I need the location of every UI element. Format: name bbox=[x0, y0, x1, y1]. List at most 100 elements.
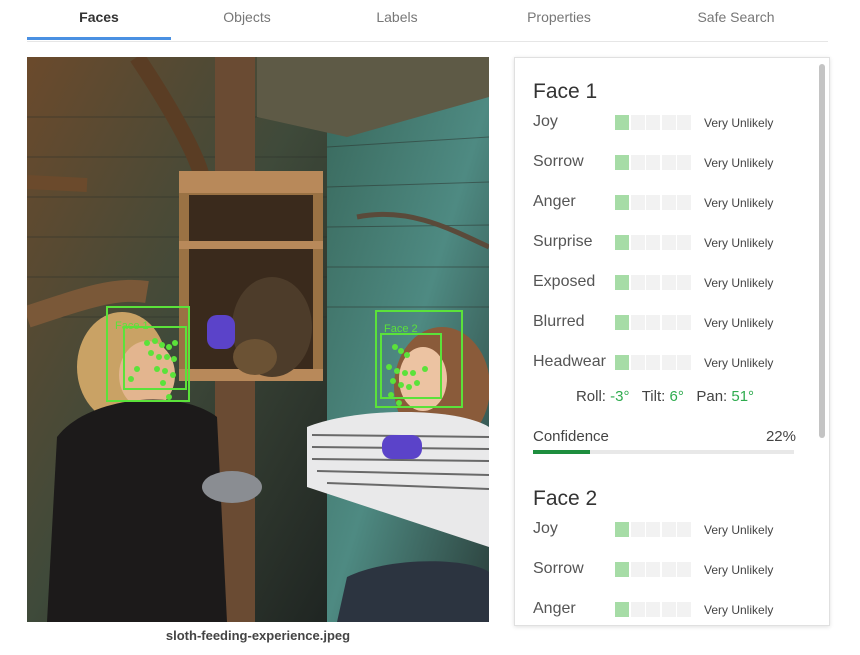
likelihood-segment bbox=[646, 195, 660, 210]
likelihood-segment bbox=[677, 522, 691, 537]
likelihood-segment bbox=[661, 562, 676, 577]
likelihood-bar bbox=[615, 522, 691, 537]
likelihood-segment bbox=[661, 155, 676, 170]
likelihood-text: Very Unlikely bbox=[704, 116, 774, 130]
likelihood-segment bbox=[630, 195, 645, 210]
active-tab-indicator bbox=[27, 37, 171, 40]
likelihood-segment bbox=[677, 115, 691, 130]
likelihood-segment bbox=[677, 355, 691, 370]
roll-value: -3° bbox=[610, 388, 630, 405]
face-1-angles: Roll: -3° Tilt: 6° Pan: 51° bbox=[515, 388, 815, 405]
face-1-overlay-label: Face 1 bbox=[115, 320, 149, 332]
likelihood-segment bbox=[661, 355, 676, 370]
woman-1-body bbox=[47, 399, 227, 622]
likelihood-segment bbox=[615, 235, 629, 250]
likelihood-segment bbox=[677, 562, 691, 577]
likelihood-segment bbox=[677, 602, 691, 617]
attribute-label: Headwear bbox=[533, 353, 606, 370]
likelihood-segment bbox=[615, 275, 629, 290]
attribute-label: Joy bbox=[533, 113, 558, 130]
image-filename: sloth-feeding-experience.jpeg bbox=[165, 628, 351, 643]
likelihood-segment bbox=[615, 562, 629, 577]
attribute-label: Blurred bbox=[533, 313, 585, 330]
photo-illustration: Face 1 Face 2 bbox=[27, 57, 489, 622]
tab-objects[interactable]: Objects bbox=[175, 0, 319, 40]
likelihood-segment bbox=[646, 562, 660, 577]
face-1-title: Face 1 bbox=[533, 80, 598, 103]
likelihood-segment bbox=[615, 315, 629, 330]
likelihood-segment bbox=[615, 155, 629, 170]
likelihood-segment bbox=[646, 155, 660, 170]
attribute-label: Joy bbox=[533, 520, 558, 537]
likelihood-segment bbox=[630, 315, 645, 330]
likelihood-segment bbox=[630, 602, 645, 617]
likelihood-segment bbox=[615, 355, 629, 370]
face-2-title: Face 2 bbox=[533, 487, 598, 510]
likelihood-segment bbox=[615, 602, 629, 617]
likelihood-segment bbox=[646, 522, 660, 537]
likelihood-text: Very Unlikely bbox=[704, 276, 774, 290]
tilt-value: 6° bbox=[669, 388, 684, 405]
pan-label: Pan: bbox=[696, 388, 728, 405]
likelihood-bar bbox=[615, 562, 691, 577]
tab-faces[interactable]: Faces bbox=[27, 0, 171, 40]
likelihood-segment bbox=[646, 235, 660, 250]
woman-2-glove bbox=[382, 435, 422, 459]
attribute-label: Anger bbox=[533, 600, 576, 617]
likelihood-bar bbox=[615, 195, 691, 210]
panel-scrollbar[interactable] bbox=[819, 64, 825, 438]
tab-bar: Faces Objects Labels Properties Safe Sea… bbox=[27, 0, 828, 42]
likelihood-text: Very Unlikely bbox=[704, 356, 774, 370]
tab-properties[interactable]: Properties bbox=[487, 0, 631, 40]
likelihood-segment bbox=[615, 115, 629, 130]
likelihood-segment bbox=[630, 522, 645, 537]
confidence-label: Confidence bbox=[533, 428, 609, 445]
likelihood-segment bbox=[661, 115, 676, 130]
likelihood-segment bbox=[630, 155, 645, 170]
likelihood-segment bbox=[646, 602, 660, 617]
likelihood-segment bbox=[677, 195, 691, 210]
likelihood-bar bbox=[615, 155, 691, 170]
likelihood-bar bbox=[615, 275, 691, 290]
likelihood-text: Very Unlikely bbox=[704, 316, 774, 330]
likelihood-segment bbox=[630, 115, 645, 130]
likelihood-segment bbox=[630, 355, 645, 370]
likelihood-segment bbox=[661, 235, 676, 250]
likelihood-bar bbox=[615, 602, 691, 617]
face-details-panel: Face 1 Joy Very Unlikely Sorrow Very Unlike… bbox=[514, 57, 830, 626]
attribute-label: Exposed bbox=[533, 273, 596, 290]
confidence-bar-fill bbox=[533, 450, 591, 454]
likelihood-segment bbox=[661, 195, 676, 210]
likelihood-text: Very Unlikely bbox=[704, 563, 774, 577]
likelihood-segment bbox=[630, 235, 645, 250]
likelihood-text: Very Unlikely bbox=[704, 236, 774, 250]
tab-safe-search[interactable]: Safe Search bbox=[664, 0, 808, 40]
roll-label: Roll: bbox=[575, 388, 606, 405]
face-2-overlay-label: Face 2 bbox=[384, 323, 418, 335]
attribute-label: Anger bbox=[533, 193, 576, 210]
tab-labels[interactable]: Labels bbox=[325, 0, 469, 40]
likelihood-segment bbox=[615, 195, 629, 210]
likelihood-segment bbox=[677, 275, 691, 290]
likelihood-bar bbox=[615, 315, 691, 330]
likelihood-segment bbox=[615, 522, 629, 537]
likelihood-bar bbox=[615, 355, 691, 370]
likelihood-text: Very Unlikely bbox=[704, 196, 774, 210]
likelihood-segment bbox=[630, 275, 645, 290]
likelihood-segment bbox=[646, 355, 660, 370]
likelihood-text: Very Unlikely bbox=[704, 156, 774, 170]
tilt-label: Tilt: bbox=[641, 388, 666, 405]
woman-1-glove bbox=[207, 315, 235, 349]
likelihood-segment bbox=[677, 235, 691, 250]
pan-value: 51° bbox=[731, 388, 755, 405]
analyzed-photo: Face 1 Face 2 bbox=[27, 57, 489, 622]
likelihood-segment bbox=[661, 315, 676, 330]
likelihood-segment bbox=[661, 275, 676, 290]
likelihood-segment bbox=[646, 115, 660, 130]
likelihood-text: Very Unlikely bbox=[704, 603, 774, 617]
likelihood-bar bbox=[615, 115, 691, 130]
likelihood-segment bbox=[646, 315, 660, 330]
likelihood-bar bbox=[615, 235, 691, 250]
likelihood-segment bbox=[677, 315, 691, 330]
likelihood-segment bbox=[630, 562, 645, 577]
